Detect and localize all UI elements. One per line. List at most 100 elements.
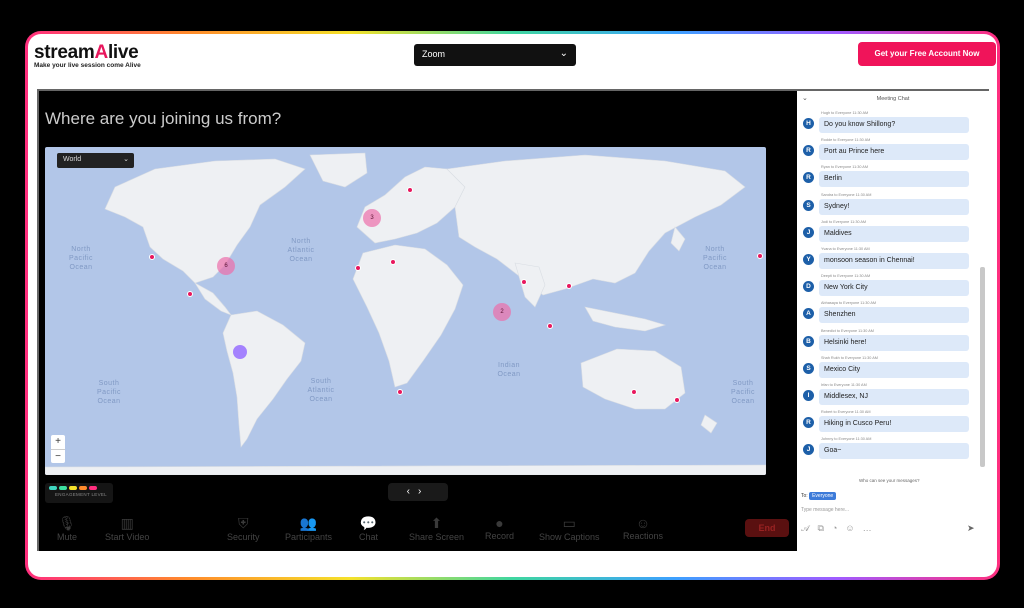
free-account-button[interactable]: Get your Free Account Now (858, 42, 996, 66)
show-captions-button[interactable]: ▭ Show Captions (539, 515, 600, 542)
location-pin[interactable] (390, 259, 396, 265)
location-cluster[interactable]: 2 (493, 303, 511, 321)
shield-icon: ⛨ (238, 515, 249, 531)
emoji-icon[interactable]: ☺ (845, 523, 854, 534)
send-icon[interactable]: ➤ (967, 523, 975, 534)
engagement-bar (79, 486, 87, 490)
more-icon[interactable]: … (863, 523, 872, 534)
chat-input[interactable]: Type message here... (801, 507, 849, 513)
message-text: New York City (819, 280, 969, 297)
control-label: Reactions (623, 531, 664, 541)
ocean-label: North Atlantic Ocean (287, 238, 315, 263)
screenshot-icon[interactable]: ⧉ (818, 523, 824, 534)
control-label: Record (485, 531, 515, 541)
format-icon[interactable]: 𝒜 (801, 523, 810, 534)
recipient-label: To: (801, 493, 808, 499)
location-pin[interactable] (407, 187, 413, 193)
engagement-bar (59, 486, 67, 490)
next-slide-button[interactable]: › (418, 486, 429, 497)
avatar: R (803, 172, 814, 184)
location-pin[interactable] (187, 291, 193, 297)
location-pin[interactable] (355, 265, 361, 271)
chat-scrollbar[interactable] (980, 267, 985, 467)
presentation-stage: Where are you joining us from? World ⌄ N… (39, 91, 797, 551)
brand-logo[interactable]: streamAlive (34, 42, 139, 64)
avatar: S (803, 199, 814, 211)
control-label: Chat (359, 532, 379, 542)
engagement-bar (89, 486, 97, 490)
logo-text-2: live (107, 42, 139, 63)
end-meeting-button[interactable]: End (745, 519, 789, 537)
mute-button[interactable]: 🎙 Mute (57, 515, 77, 542)
location-pin[interactable] (674, 397, 680, 403)
zoom-in-button[interactable]: + (51, 435, 65, 449)
participants-button[interactable]: 👥 Participants (285, 515, 332, 542)
avatar: A (803, 308, 814, 320)
message-text: Shenzhen (819, 307, 969, 324)
chat-title: Meeting Chat (876, 96, 910, 102)
security-button[interactable]: ⛨ Security (227, 515, 260, 542)
message-text: monsoon season in Chennai! (819, 252, 969, 269)
ocean-label: Indian Ocean (497, 362, 521, 378)
app-frame: streamAlive Make your live session come … (25, 31, 1000, 580)
location-cluster[interactable]: 3 (363, 209, 381, 227)
emoji-icon: ☺ (635, 515, 651, 531)
location-pin[interactable] (757, 253, 763, 259)
location-pin[interactable] (631, 389, 637, 395)
control-label: Mute (57, 532, 78, 542)
chat-message: R Robert to Everyone 11:30 AM Hiking in Cu… (797, 410, 981, 437)
recipient-select[interactable]: Everyone (809, 492, 837, 500)
message-meta: Robert to Everyone 11:30 AM (821, 410, 871, 415)
start-video-button[interactable]: ▥ Start Video (105, 515, 149, 542)
chat-visibility-link[interactable]: Who can see your messages? (859, 478, 920, 483)
message-text: Port au Prince here (819, 144, 969, 161)
ocean-label: South Pacific Ocean (730, 380, 756, 405)
chevron-down-icon[interactable]: ⌄ (802, 94, 808, 102)
chat-messages[interactable]: H Hugh to Everyone 11:30 AM Do you know Sh… (797, 111, 981, 471)
region-select-value: World (63, 156, 82, 163)
avatar: D (803, 281, 814, 293)
avatar: Y (803, 253, 814, 265)
chat-message: J Johnny to Everyone 11:30 AM Goa~ (797, 437, 981, 464)
record-button[interactable]: ● Record (485, 515, 514, 541)
location-pin[interactable] (521, 279, 527, 285)
chat-header: ⌄ Meeting Chat (797, 91, 989, 105)
location-cluster-active[interactable] (233, 345, 247, 359)
location-pin[interactable] (149, 254, 155, 260)
people-icon: 👥 (299, 515, 318, 531)
platform-select[interactable]: Zoom ⌄ (414, 44, 576, 66)
app-window: streamAlive Make your live session come … (28, 34, 997, 577)
reactions-button[interactable]: ☺ Reactions (623, 515, 663, 541)
file-icon[interactable]: ◔ (832, 523, 837, 534)
message-meta: Shah Rukh to Everyone 11:30 AM (821, 355, 878, 360)
location-cluster[interactable]: 6 (217, 257, 235, 275)
location-pin[interactable] (547, 323, 553, 329)
location-pin[interactable] (397, 389, 403, 395)
zoom-window: Where are you joining us from? World ⌄ N… (37, 89, 989, 551)
avatar: B (803, 335, 814, 347)
message-text: Sydney! (819, 198, 969, 215)
share-screen-button[interactable]: ⬆ Share Screen (409, 515, 464, 542)
chat-panel: ⌄ Meeting Chat H Hugh to Everyone 11:30 A… (797, 91, 989, 551)
message-text: Helsinki here! (819, 334, 969, 351)
avatar: H (803, 118, 814, 129)
avatar: S (803, 362, 814, 374)
record-icon: ● (495, 515, 504, 531)
ocean-label: South Pacific Ocean (96, 380, 122, 405)
prev-slide-button[interactable]: ‹ (407, 486, 418, 497)
world-map[interactable]: World ⌄ North Pacific Ocean North Atlant… (45, 147, 766, 475)
message-meta: Rodde to Everyone 11:30 AM (821, 138, 871, 143)
ocean-label: South Atlantic Ocean (307, 378, 335, 403)
chat-message: B Benedict to Everyone 11:30 AM Helsinki h… (797, 329, 981, 356)
avatar: J (803, 226, 814, 238)
zoom-out-button[interactable]: − (51, 449, 65, 463)
chat-message: Y Yvana to Everyone 11:30 AM monsoon seaso… (797, 247, 981, 274)
message-text: Goa~ (819, 443, 969, 460)
chat-toolbar: 𝒜 ⧉ ◔ ☺ … (801, 523, 872, 534)
region-select[interactable]: World ⌄ (57, 153, 134, 168)
control-label: Start Video (105, 532, 150, 542)
map-zoom-controls: + − (51, 435, 65, 463)
chat-button[interactable]: 💬 Chat (359, 515, 378, 542)
location-pin[interactable] (566, 283, 572, 289)
message-meta: Johnny to Everyone 11:30 AM (821, 437, 872, 442)
